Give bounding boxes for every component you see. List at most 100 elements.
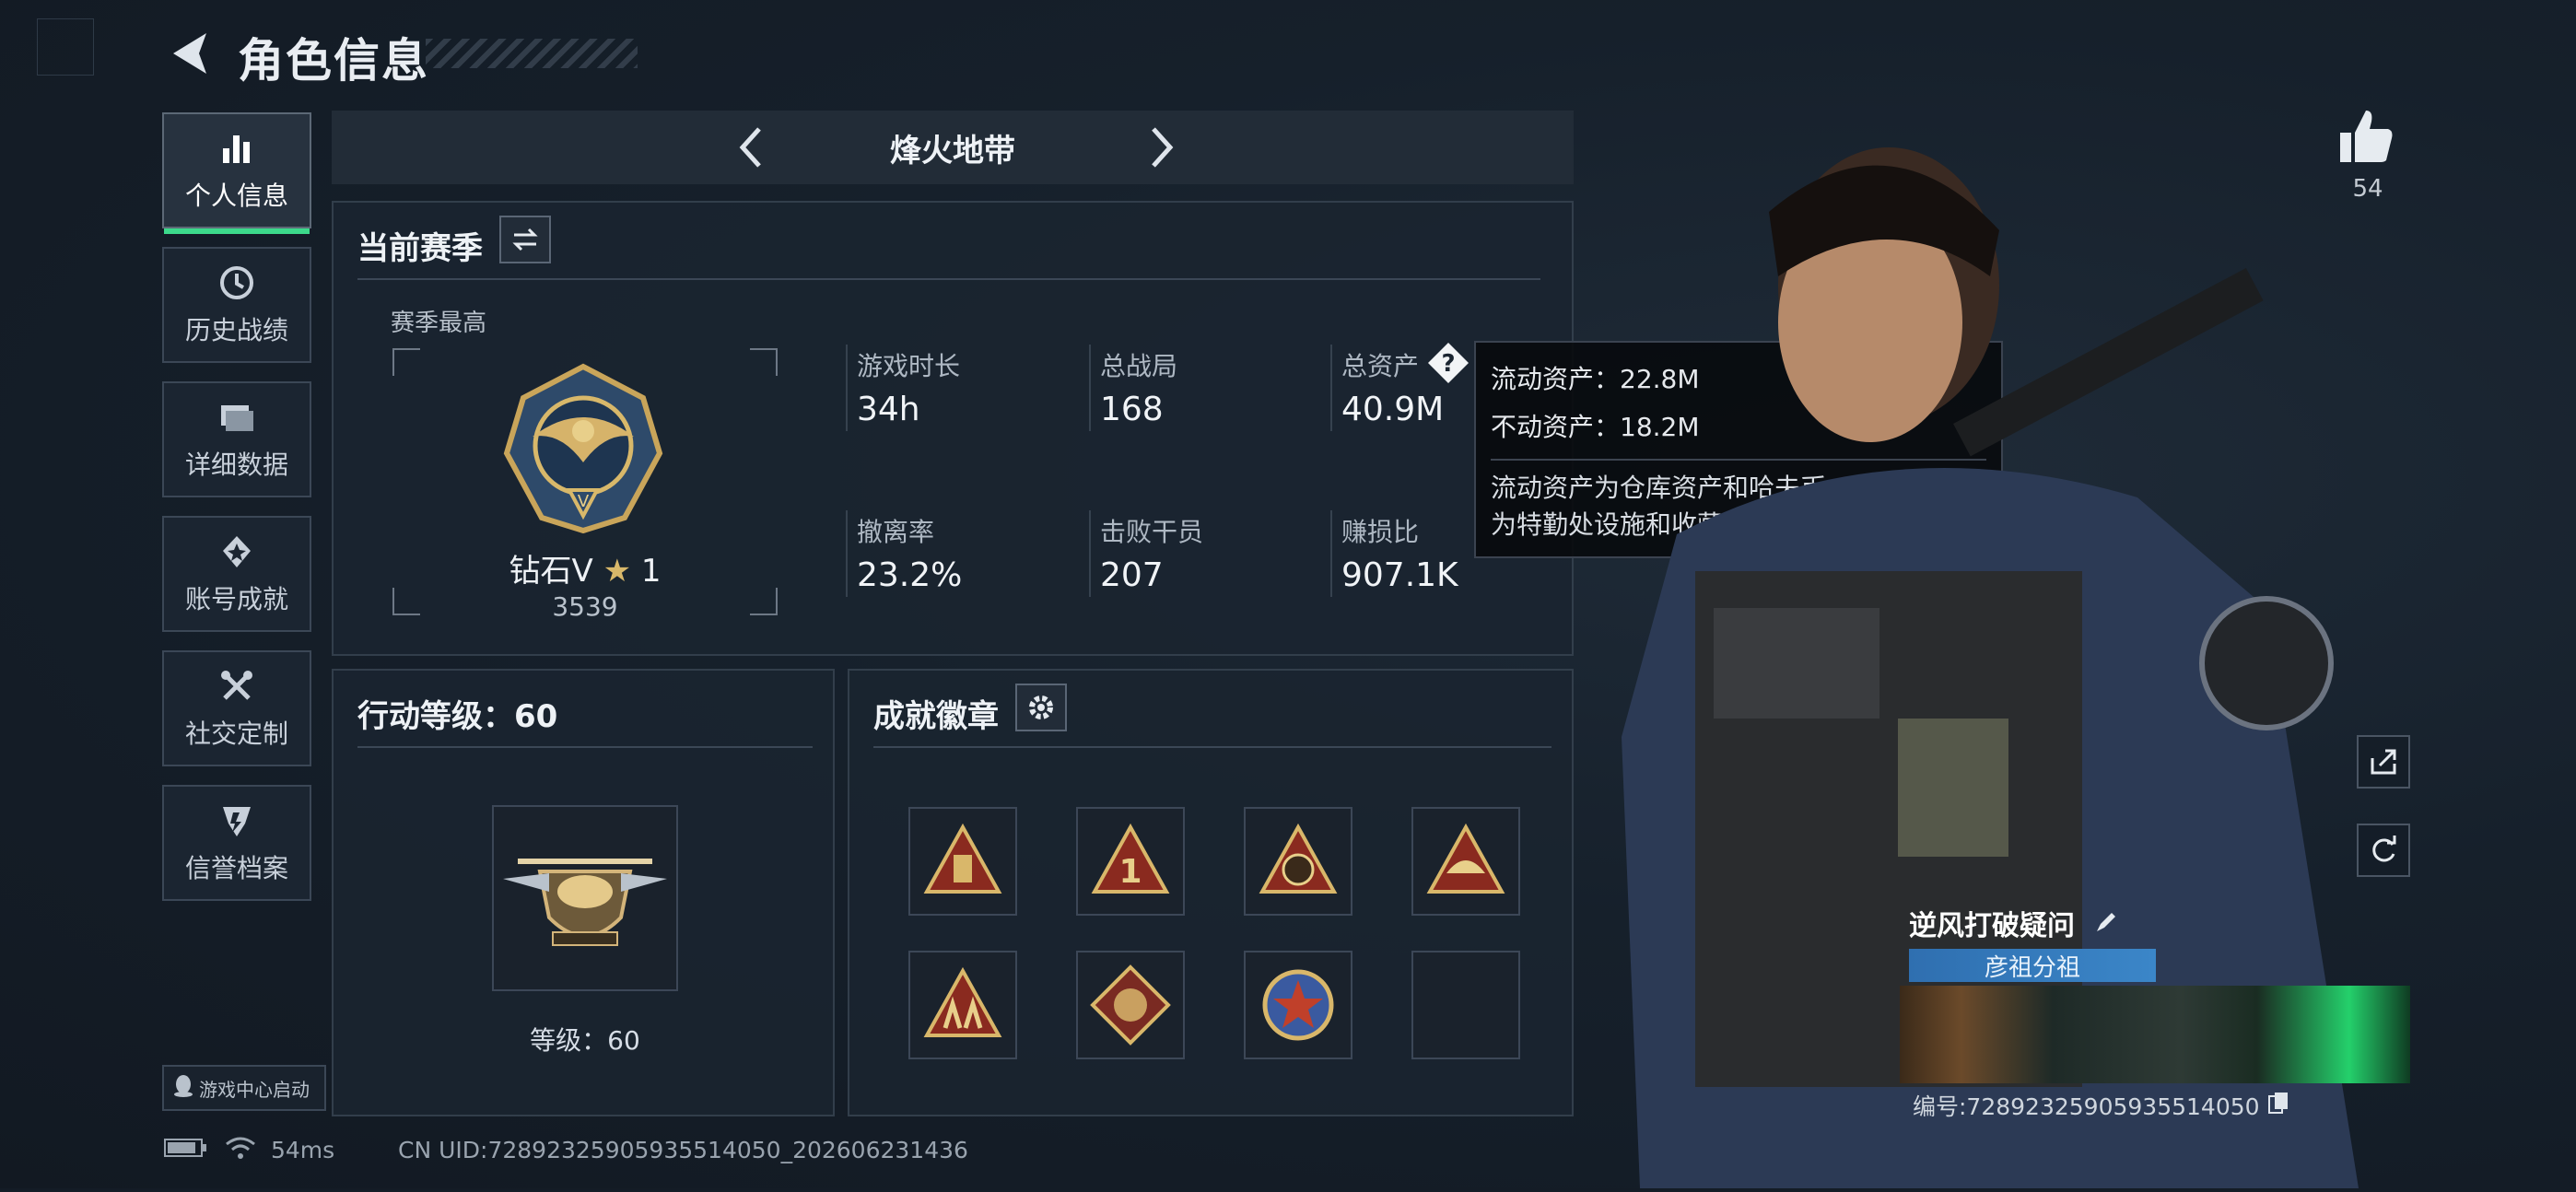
badge-slot[interactable]	[908, 807, 1017, 916]
star-icon: ★	[603, 553, 632, 590]
badge-slot[interactable]	[1076, 951, 1185, 1059]
rank-line: 钻石V ★ 1	[416, 545, 754, 590]
battery-icon	[164, 1137, 208, 1164]
sidebar-item-label: 信誉档案	[184, 853, 288, 883]
sidebar-item-label: 社交定制	[184, 719, 288, 749]
divider	[873, 746, 1551, 748]
sidebar-item-achievements[interactable]: 账号成就	[162, 516, 311, 632]
badge-slot[interactable]	[1411, 807, 1520, 916]
divider	[357, 278, 1540, 280]
frame-corner	[750, 588, 778, 615]
divider	[1089, 510, 1091, 597]
divider	[1089, 345, 1091, 431]
id-number-line: 编号:7289232590593551405​0	[1913, 1089, 2289, 1122]
stat-value: 168	[1100, 391, 1164, 428]
question-icon: ?	[1428, 343, 1469, 383]
season-title: 当前赛季	[357, 230, 483, 267]
frame-corner	[750, 348, 778, 376]
current-season-panel: 当前赛季 赛季最高 V 钻石V ★ 1 3539 游戏时长 34h 总战局 16…	[332, 201, 1574, 656]
level-emblem-frame	[492, 805, 678, 991]
divider	[1330, 345, 1332, 431]
badge-slot[interactable]	[1244, 807, 1352, 916]
dragon-badge-icon	[1090, 964, 1171, 1046]
stat-label: 撤离率	[857, 517, 935, 547]
thumbs-up-icon	[2340, 111, 2393, 162]
sidebar-item-detail-data[interactable]: 详细数据	[162, 381, 311, 497]
game-center-label: 游戏中心启动	[199, 1078, 310, 1101]
game-center-button[interactable]: 游戏中心启动	[162, 1065, 326, 1111]
badge-slot-empty[interactable]	[1411, 951, 1520, 1059]
season-switch-button[interactable]	[499, 216, 551, 263]
divider	[846, 345, 848, 431]
group-tag-label: 彦祖分祖	[1984, 953, 2080, 982]
sidebar-item-social[interactable]: 社交定制	[162, 650, 311, 766]
group-tag[interactable]: 彦祖分祖	[1909, 949, 2156, 982]
stat-label: 赚损比	[1341, 517, 1420, 547]
mode-title: 烽火地带	[890, 133, 1015, 169]
back-button[interactable]	[164, 26, 219, 81]
action-level-panel: 行动等级：60 等级：60	[332, 669, 835, 1116]
page-title: 角色信息	[238, 34, 429, 88]
wifi-icon	[225, 1137, 256, 1166]
share-icon	[2371, 749, 2396, 775]
sidebar-item-reputation[interactable]: 信誉档案	[162, 785, 311, 901]
mode-next-button[interactable]	[1135, 122, 1187, 173]
pencil-icon	[2097, 913, 2116, 931]
folder-icon	[217, 397, 257, 438]
edit-name-button[interactable]	[2093, 910, 2119, 942]
rank-name: 钻石V	[509, 553, 593, 590]
stat-label: 总战局	[1100, 351, 1178, 381]
season-best-label: 赛季最高	[391, 310, 487, 337]
ping-value: 54ms	[271, 1137, 335, 1163]
refresh-icon	[2372, 836, 2396, 862]
badge-slot[interactable]	[908, 951, 1017, 1059]
stat-value: 23.2%	[857, 556, 963, 594]
reputation-icon	[217, 801, 257, 841]
title-stripe-decoration	[426, 39, 638, 68]
stat-label: 击败干员	[1100, 517, 1204, 547]
svg-text:V: V	[578, 492, 590, 511]
divider	[846, 510, 848, 597]
action-level-title: 行动等级：60	[357, 698, 558, 735]
star-medal-badge-icon	[1262, 969, 1334, 1041]
corner-decoration	[37, 18, 94, 76]
soldiers-badge-icon	[923, 966, 1002, 1037]
stat-value: 40.9M	[1341, 391, 1445, 428]
svg-text:?: ?	[1441, 350, 1455, 378]
like-button[interactable]	[2335, 105, 2399, 169]
mode-selector: 烽火地带	[332, 111, 1574, 184]
stat-label: 总资产	[1341, 351, 1420, 381]
diamond-rank-emblem: V	[496, 361, 671, 536]
sidebar-item-label: 历史战绩	[184, 315, 288, 345]
badge-slot[interactable]: 1	[1076, 807, 1185, 916]
achievement-icon	[217, 532, 257, 572]
sidebar-item-label: 个人信息	[184, 181, 288, 211]
history-icon	[217, 263, 257, 303]
achievement-badges-panel: 成就徽章 1	[848, 669, 1574, 1116]
badges-title: 成就徽章	[873, 698, 999, 735]
stat-value: 207	[1100, 556, 1164, 594]
bar-chart-icon	[217, 128, 257, 169]
badge-slot[interactable]	[1244, 951, 1352, 1059]
copy-button[interactable]	[2267, 1093, 2289, 1120]
copy-icon	[2267, 1093, 2288, 1114]
sidebar-item-history[interactable]: 历史战绩	[162, 247, 311, 363]
player-name-text: 逆风打破疑问	[1909, 910, 2075, 942]
sidebar-item-label: 详细数据	[184, 450, 288, 480]
level-label: 等级：60	[530, 1025, 640, 1056]
stat-label: 游戏时长	[857, 351, 961, 381]
player-name: 逆风打破疑问	[1909, 903, 2119, 943]
name-card	[1900, 986, 2410, 1083]
divider	[357, 746, 813, 748]
svg-text:1: 1	[1118, 853, 1142, 891]
stat-value: 34h	[857, 391, 920, 428]
asset-info-button[interactable]: ?	[1426, 341, 1470, 385]
triangle-badge-icon	[923, 823, 1002, 894]
refresh-button[interactable]	[2357, 824, 2410, 877]
tools-icon	[217, 666, 257, 707]
helicopter-badge-icon	[503, 859, 667, 946]
badges-settings-button[interactable]	[1015, 684, 1067, 731]
sidebar-item-personal-info[interactable]: 个人信息	[162, 112, 311, 234]
stat-value: 907.1K	[1341, 556, 1458, 594]
share-button[interactable]	[2357, 735, 2410, 789]
